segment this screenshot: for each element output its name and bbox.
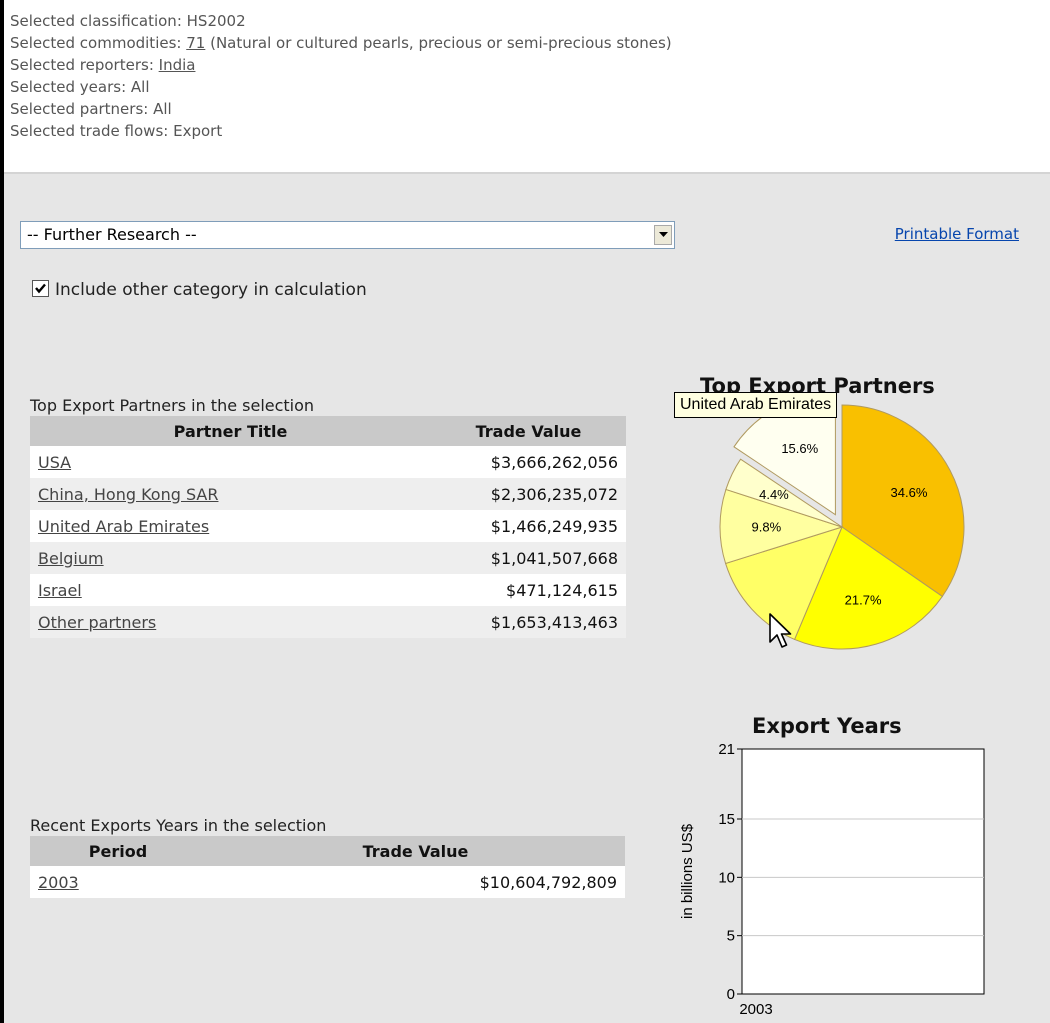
trade-value: $1,041,507,668: [431, 542, 626, 574]
table-row: Belgium $1,041,507,668: [30, 542, 626, 574]
partner-link-other[interactable]: Other partners: [30, 606, 431, 638]
trade-value: $10,604,792,809: [206, 866, 625, 898]
selected-trade-flows: Selected trade flows: Export: [10, 122, 223, 140]
dropdown-arrow-button[interactable]: [654, 225, 672, 245]
export-years-chart: 0 5 10 15 21 2003 in billions US$: [679, 741, 985, 1018]
chart-tooltip: United Arab Emirates: [674, 392, 838, 418]
y-tick-label: 0: [727, 986, 735, 1003]
selected-classification: Selected classification: HS2002: [10, 12, 246, 30]
commodity-code-link[interactable]: 71: [186, 34, 205, 52]
results-panel: -- Further Research -- Printable Format …: [4, 174, 1050, 1023]
selected-commodities: Selected commodities: 71 (Natural or cul…: [10, 34, 672, 52]
pie-slice-label: 15.6%: [781, 441, 818, 456]
table-row: Israel $471,124,615: [30, 574, 626, 606]
partner-link-hong-kong[interactable]: China, Hong Kong SAR: [30, 478, 431, 510]
y-axis-label: in billions US$: [679, 823, 696, 919]
selected-years: Selected years: All: [10, 78, 150, 96]
trade-value: $1,653,413,463: [431, 606, 626, 638]
further-research-value: -- Further Research --: [27, 225, 197, 244]
pie-slice-label: 9.8%: [752, 520, 782, 535]
line-chart-title: Export Years: [752, 714, 902, 738]
include-other-option: Include other category in calculation: [32, 280, 367, 300]
partner-link-belgium[interactable]: Belgium: [30, 542, 431, 574]
pie-slice-label: 21.7%: [845, 593, 882, 608]
table-row: Other partners $1,653,413,463: [30, 606, 626, 638]
chevron-down-icon: [659, 232, 668, 237]
selection-summary: Selected classification: HS2002 Selected…: [10, 10, 672, 142]
reporter-link[interactable]: India: [159, 56, 196, 74]
selected-partners: Selected partners: All: [10, 100, 172, 118]
partners-table-caption: Top Export Partners in the selection: [30, 396, 315, 415]
plot-area: [741, 748, 985, 995]
pie-slice-label: 34.6%: [891, 485, 928, 500]
pie-slice-label: 4.4%: [759, 487, 789, 502]
table-row: United Arab Emirates $1,466,249,935: [30, 510, 626, 542]
partner-link-usa[interactable]: USA: [30, 446, 431, 478]
top-partners-pie-chart: 34.6% 21.7% 9.8% 4.4% 15.6%: [719, 402, 965, 650]
include-other-checkbox[interactable]: [32, 280, 49, 297]
partner-link-israel[interactable]: Israel: [30, 574, 431, 606]
y-tick-label: 21: [718, 741, 735, 758]
trade-value: $2,306,235,072: [431, 478, 626, 510]
period-header: Period: [30, 836, 206, 866]
table-row: 2003 $10,604,792,809: [30, 866, 625, 898]
trade-value: $1,466,249,935: [431, 510, 626, 542]
trade-value-header: Trade Value: [431, 416, 626, 446]
trade-value: $3,666,262,056: [431, 446, 626, 478]
years-trade-value-header: Trade Value: [206, 836, 625, 866]
table-row: USA $3,666,262,056: [30, 446, 626, 478]
checkmark-icon: [35, 283, 46, 294]
table-row: China, Hong Kong SAR $2,306,235,072: [30, 478, 626, 510]
period-link-2003[interactable]: 2003: [30, 866, 206, 898]
printable-format-link[interactable]: Printable Format: [895, 225, 1019, 243]
partner-title-header: Partner Title: [30, 416, 431, 446]
years-table-caption: Recent Exports Years in the selection: [30, 816, 327, 835]
trade-value: $471,124,615: [431, 574, 626, 606]
y-tick-label: 10: [718, 869, 735, 886]
partners-table: Partner Title Trade Value USA $3,666,262,…: [30, 416, 626, 638]
x-tick-label: 2003: [739, 1001, 772, 1018]
further-research-dropdown[interactable]: -- Further Research --: [20, 221, 675, 249]
include-other-label: Include other category in calculation: [55, 280, 367, 300]
y-tick-label: 5: [727, 928, 735, 945]
y-tick-label: 15: [718, 811, 735, 828]
mouse-cursor-icon: [769, 613, 792, 648]
years-table: Period Trade Value 2003 $10,604,792,809: [30, 836, 625, 898]
selected-reporters: Selected reporters: India: [10, 56, 196, 74]
partner-link-uae[interactable]: United Arab Emirates: [30, 510, 431, 542]
